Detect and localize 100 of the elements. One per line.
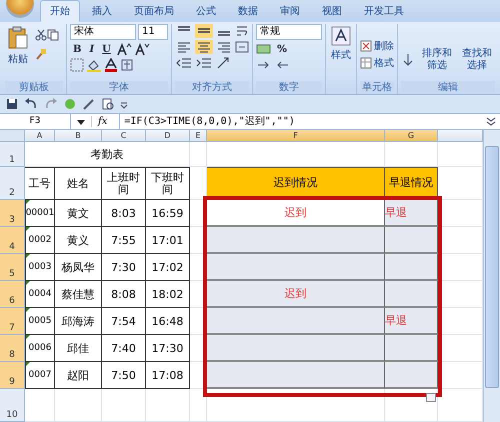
scissors-icon[interactable]: [35, 29, 47, 41]
decrease-indent-icon[interactable]: [175, 56, 193, 70]
row-header[interactable]: 8: [0, 335, 25, 362]
table-cell[interactable]: [385, 362, 438, 389]
row-header[interactable]: 2: [0, 167, 25, 200]
sheet-title: 考勤表: [25, 142, 190, 167]
table-cell[interactable]: 迟到: [207, 200, 385, 227]
font-shrink-icon[interactable]: [134, 42, 150, 56]
table-cell[interactable]: 早退: [385, 308, 438, 335]
styles-icon: [331, 26, 351, 46]
sort-filter-button[interactable]: 排序和筛选: [419, 48, 455, 72]
border-icon[interactable]: [70, 58, 84, 72]
empty-cell[interactable]: [55, 389, 102, 422]
table-cell[interactable]: [207, 227, 385, 254]
column-header[interactable]: C: [102, 130, 146, 142]
row-header[interactable]: 6: [0, 281, 25, 308]
row-header[interactable]: 5: [0, 254, 25, 281]
table-cell[interactable]: [207, 362, 385, 389]
empty-cell[interactable]: [146, 389, 190, 422]
ribbon-tab[interactable]: 开始: [40, 0, 80, 22]
ribbon-tab[interactable]: 公式: [186, 0, 226, 22]
empty-cell[interactable]: [25, 389, 55, 422]
ribbon-tab[interactable]: 插入: [82, 0, 122, 22]
table-cell: 17:01: [146, 227, 190, 254]
table-cell: 17:02: [146, 254, 190, 281]
delete-button[interactable]: 删除: [360, 39, 394, 53]
row-header[interactable]: 1: [0, 142, 25, 167]
phonetic-icon[interactable]: [120, 58, 134, 72]
ribbon-tab[interactable]: 开发工具: [354, 0, 414, 22]
find-select-button[interactable]: 查找和选择: [459, 48, 495, 72]
ribbon-tab[interactable]: 数据: [228, 0, 268, 22]
increase-indent-icon[interactable]: [195, 56, 213, 70]
vertical-scrollbar[interactable]: [483, 130, 500, 422]
format-button[interactable]: 格式: [360, 56, 394, 70]
align-icon[interactable]: [215, 40, 233, 54]
group-label: 编辑: [401, 81, 495, 94]
table-cell: 邱佳: [55, 335, 102, 362]
ribbon-tab[interactable]: 审阅: [270, 0, 310, 22]
wrap-text-icon[interactable]: [235, 24, 249, 38]
table-cell[interactable]: 迟到: [207, 281, 385, 308]
merge-cells-icon[interactable]: [235, 40, 249, 54]
format-button[interactable]: U: [99, 44, 114, 54]
ribbon-tab[interactable]: 视图: [312, 0, 352, 22]
column-header[interactable]: B: [55, 130, 102, 142]
format-button[interactable]: I: [86, 44, 98, 54]
align-icon[interactable]: [195, 40, 213, 54]
fill-icon[interactable]: [401, 52, 415, 66]
save-icon[interactable]: [6, 98, 18, 110]
preview-icon[interactable]: [102, 98, 114, 110]
brush-icon[interactable]: [35, 48, 47, 60]
number-format-dropdown[interactable]: 常规: [256, 24, 322, 40]
align-icon[interactable]: [175, 40, 193, 54]
styles-button[interactable]: 样式: [329, 24, 353, 64]
fill-color-icon[interactable]: [86, 58, 102, 72]
table-cell[interactable]: [207, 308, 385, 335]
cell-text: 0007: [28, 370, 52, 380]
empty-cell[interactable]: [102, 389, 146, 422]
table-cell[interactable]: [385, 254, 438, 281]
insert-function-button[interactable]: fx: [91, 116, 114, 127]
clipboard-icon: [7, 26, 29, 50]
expand-icon[interactable]: [486, 116, 496, 126]
column-header[interactable]: G: [385, 130, 438, 142]
copy-icon[interactable]: [47, 29, 59, 41]
empty-cell[interactable]: [207, 389, 385, 422]
column-header[interactable]: A: [25, 130, 55, 142]
paste-button[interactable]: 粘贴: [5, 24, 31, 68]
table-cell: 17:08: [146, 362, 190, 389]
table-cell[interactable]: 早退: [385, 200, 438, 227]
name-box[interactable]: F3: [0, 114, 71, 129]
row-header[interactable]: 7: [0, 308, 25, 335]
scroll-thumb[interactable]: [485, 146, 499, 388]
font-size-dropdown[interactable]: 11: [138, 24, 168, 40]
row-header[interactable]: 10: [0, 389, 25, 422]
column-header[interactable]: F: [207, 130, 385, 142]
column-header[interactable]: D: [146, 130, 190, 142]
font-color-icon[interactable]: [104, 58, 118, 72]
font-dropdown[interactable]: 宋体: [70, 24, 136, 40]
row-header[interactable]: 3: [0, 200, 25, 227]
undo-icon[interactable]: [24, 98, 38, 110]
cell-text: 0003: [28, 262, 52, 272]
table-cell[interactable]: [385, 281, 438, 308]
align-icon[interactable]: [195, 24, 213, 38]
paste-options-icon[interactable]: [426, 393, 436, 402]
table-cell[interactable]: [385, 227, 438, 254]
percent-button[interactable]: %: [274, 44, 290, 54]
format-button[interactable]: B: [70, 44, 84, 54]
font-grow-icon[interactable]: [116, 42, 132, 56]
formula-field[interactable]: =IF(C3>TIME(8,0,0),"迟到",""): [119, 114, 480, 129]
ribbon-tab[interactable]: 页面布局: [124, 0, 184, 22]
table-cell[interactable]: [385, 335, 438, 362]
format-icon: [360, 57, 372, 69]
table-cell[interactable]: [207, 254, 385, 281]
table-cell: 7:54: [102, 308, 146, 335]
empty-cell[interactable]: [385, 389, 438, 422]
dropdown-arrow-icon[interactable]: [77, 118, 85, 126]
header-cell: 姓名: [55, 167, 102, 200]
row-header[interactable]: 4: [0, 227, 25, 254]
column-header[interactable]: E: [190, 130, 207, 142]
table-cell[interactable]: [207, 335, 385, 362]
row-header[interactable]: 9: [0, 362, 25, 389]
